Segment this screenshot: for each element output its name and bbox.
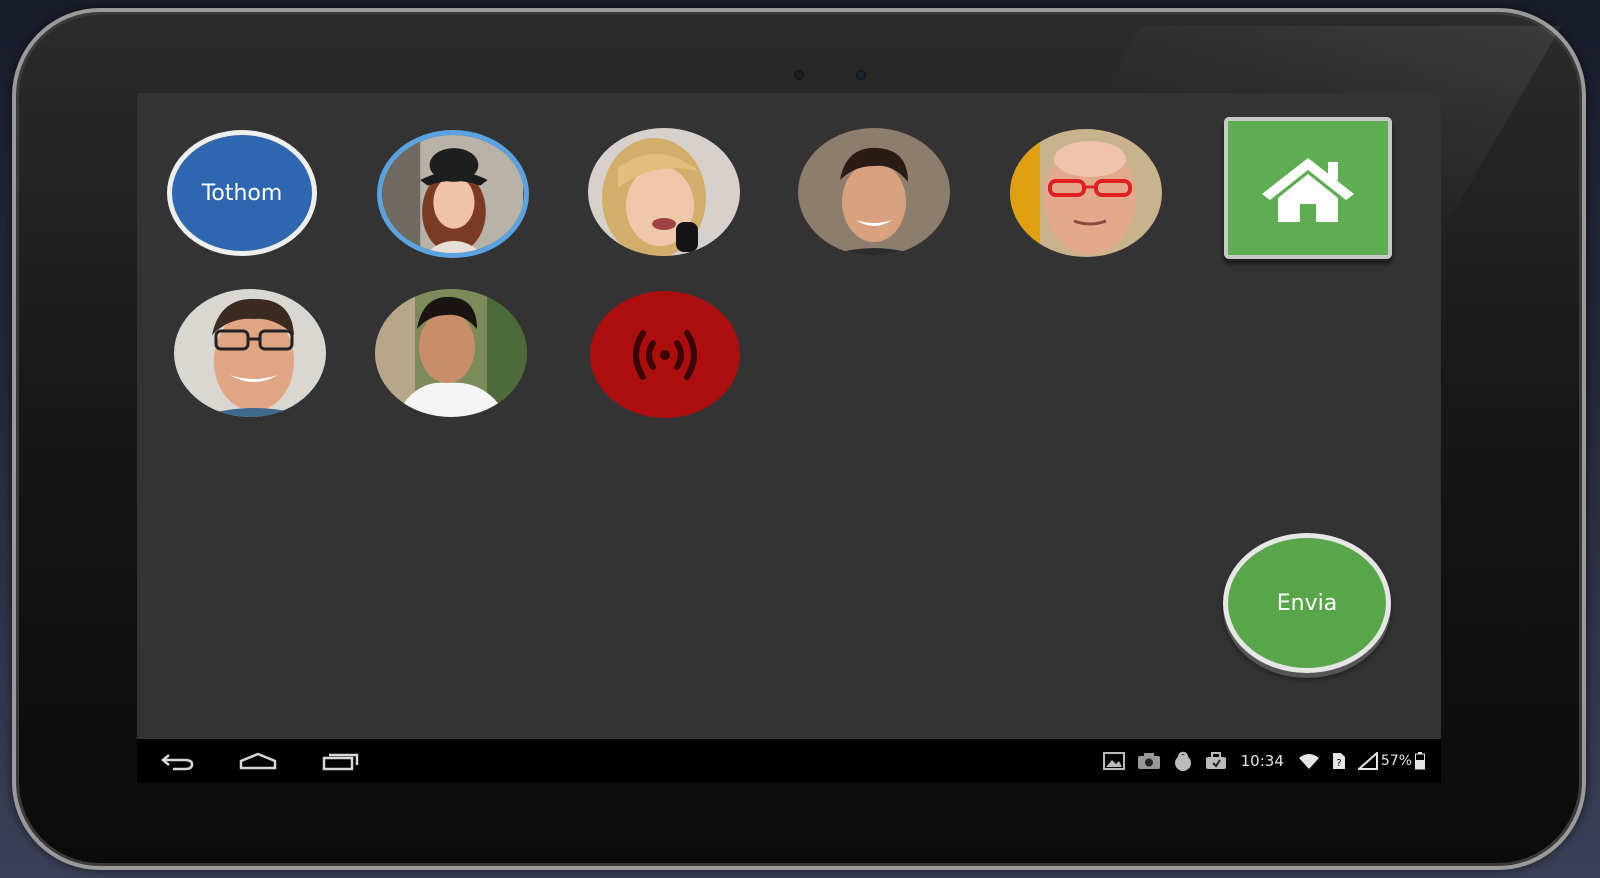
contact-avatar-3[interactable]	[798, 128, 950, 256]
contact-avatar-6[interactable]	[375, 289, 527, 417]
back-icon	[161, 754, 194, 771]
contact-photo-6	[375, 289, 527, 417]
sim-icon: ?	[1332, 752, 1346, 770]
everyone-button[interactable]: Tothom	[167, 130, 317, 256]
clock: 10:34	[1240, 752, 1284, 770]
broadcast-icon	[633, 329, 697, 380]
recent-apps-button[interactable]	[321, 749, 361, 773]
home-nav-icon	[239, 752, 277, 770]
everyone-label: Tothom	[201, 180, 283, 206]
contact-avatar-2[interactable]	[588, 128, 740, 256]
broadcast-button[interactable]	[590, 291, 740, 418]
back-button[interactable]	[157, 749, 197, 773]
contact-photo-5	[174, 289, 326, 417]
lock-icon	[1173, 751, 1193, 771]
camera-icon	[1137, 752, 1161, 770]
contact-avatar-1[interactable]	[377, 130, 529, 258]
home-icon	[1262, 158, 1354, 222]
send-button[interactable]: Envia	[1223, 533, 1391, 673]
signal-icon	[1357, 752, 1378, 770]
front-camera	[856, 70, 866, 80]
contact-photo-4	[1010, 129, 1162, 257]
contact-avatar-5[interactable]	[174, 289, 326, 417]
system-navbar: 10:34 ? 57%	[137, 739, 1441, 783]
home-nav-button[interactable]	[238, 749, 278, 773]
contact-photo-3	[798, 128, 950, 256]
send-label: Envia	[1276, 590, 1338, 616]
briefcase-icon	[1205, 752, 1227, 770]
recent-apps-icon	[322, 753, 359, 771]
battery-icon	[1415, 752, 1425, 770]
gallery-icon	[1102, 752, 1125, 770]
contact-avatar-4[interactable]	[1010, 129, 1162, 257]
front-sensor	[794, 70, 804, 80]
contact-photo-1	[382, 135, 524, 253]
svg-text:?: ?	[1336, 758, 1341, 769]
contact-photo-2	[588, 128, 740, 256]
status-bar: 10:34 ? 57%	[1102, 750, 1425, 772]
app-screen: Tothom Envia	[137, 93, 1441, 739]
wifi-icon	[1298, 752, 1320, 770]
home-button[interactable]	[1224, 117, 1392, 259]
battery-level: 57%	[1380, 753, 1412, 769]
